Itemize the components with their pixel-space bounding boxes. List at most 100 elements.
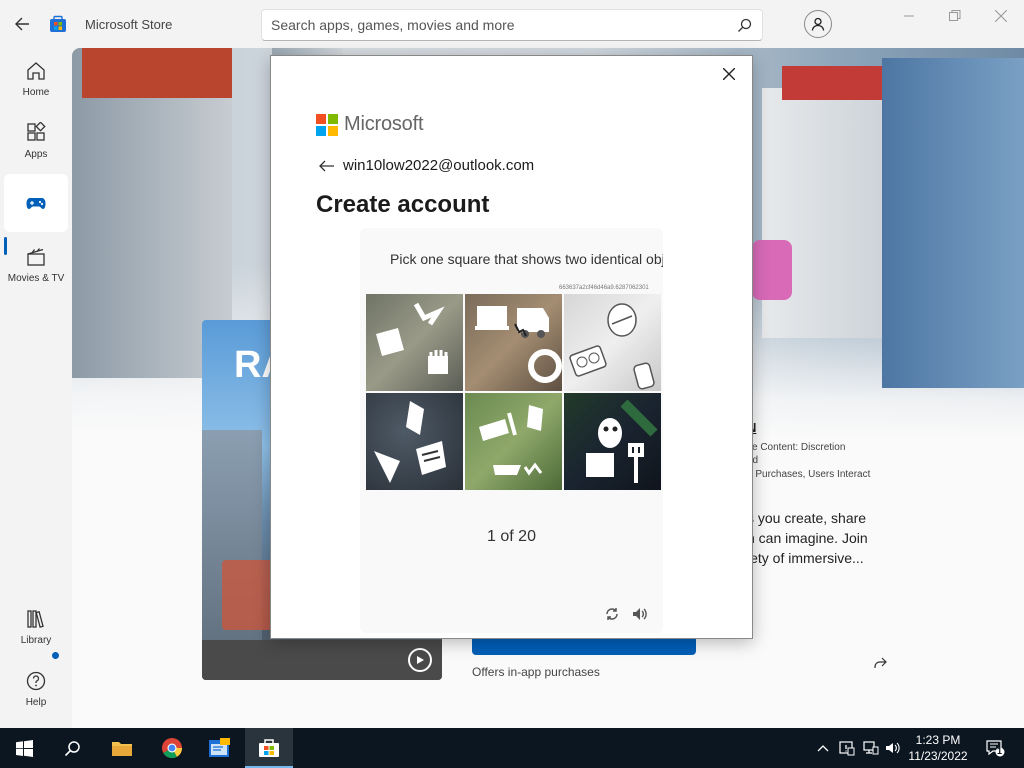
tile-objects-graphic: [374, 401, 446, 483]
captcha-panel: Pick one square that shows two identical…: [360, 228, 663, 633]
captcha-tile[interactable]: [366, 294, 463, 391]
search-input[interactable]: [271, 17, 721, 33]
back-arrow-icon: [15, 17, 29, 31]
close-icon: [723, 68, 735, 80]
tile-objects-graphic: [586, 399, 658, 483]
account-avatar-button[interactable]: [804, 10, 832, 38]
close-dialog-button[interactable]: [720, 65, 738, 83]
captcha-tile[interactable]: [366, 393, 463, 490]
audio-captcha-button[interactable]: [631, 606, 649, 624]
description-line: s you create, share: [747, 510, 867, 526]
store-logo-icon: [49, 15, 67, 33]
captcha-tile[interactable]: [465, 393, 562, 490]
chevron-up-icon: [817, 745, 829, 752]
microsoft-logo: Microsoft: [316, 113, 424, 136]
description-line: iety of immersive...: [747, 550, 864, 566]
home-icon: [27, 62, 45, 80]
clock-time: 1:23 PM: [915, 733, 961, 747]
building-graphic: [882, 58, 1024, 388]
play-trailer-button[interactable]: [408, 648, 432, 672]
sidebar-nav: Home Apps Movies & TV Library Help: [0, 48, 72, 728]
sidebar-item-home[interactable]: Home: [4, 48, 68, 106]
app-title: Microsoft Store: [85, 17, 173, 32]
tile-objects-graphic: [475, 306, 562, 383]
movies-icon: [27, 248, 45, 266]
clock-date: 11/23/2022: [908, 749, 968, 763]
store-icon: [259, 739, 279, 757]
in-app-purchases-note: Offers in-app purchases: [472, 665, 600, 679]
microsoft-brand-text: Microsoft: [344, 113, 424, 135]
sidebar-item-label: Home: [22, 87, 50, 98]
search-icon: [64, 740, 80, 756]
taskbar-search-button[interactable]: [48, 728, 96, 768]
back-button[interactable]: [10, 12, 36, 36]
rating-descriptor: se Content: Discretion: [747, 442, 846, 453]
character-graphic: [752, 240, 792, 300]
create-account-dialog: Microsoft win10low2022@outlook.com Creat…: [270, 55, 753, 639]
tray-app-icon[interactable]: [836, 728, 858, 768]
file-explorer-button[interactable]: [98, 728, 146, 768]
sidebar-item-label: Apps: [24, 149, 48, 160]
captcha-progress: 1 of 20: [487, 528, 536, 545]
play-icon: [417, 656, 424, 664]
back-arrow-icon[interactable]: [318, 159, 336, 173]
description-line: n can imagine. Join: [747, 530, 868, 546]
captcha-tile[interactable]: [465, 294, 562, 391]
minimize-button[interactable]: [886, 0, 932, 32]
dialog-heading: Create account: [316, 191, 490, 218]
close-window-button[interactable]: [978, 0, 1024, 32]
captcha-prompt: Pick one square that shows two identical…: [390, 251, 663, 267]
sidebar-item-label: Help: [25, 697, 47, 708]
windows-logo-icon: [15, 739, 33, 757]
captcha-tile[interactable]: [564, 294, 661, 391]
chrome-icon: [162, 738, 183, 759]
start-button[interactable]: [0, 728, 48, 768]
library-icon: [27, 610, 44, 628]
title-bar: Microsoft Store: [0, 0, 1024, 48]
help-icon: [26, 671, 46, 691]
volume-icon: [886, 742, 900, 754]
app-window-button[interactable]: [196, 728, 244, 768]
window-app-icon: [209, 738, 230, 757]
security-alert-icon: [839, 741, 855, 756]
share-icon[interactable]: [872, 656, 888, 672]
taskbar-clock[interactable]: 1:23 PM 11/23/2022: [900, 732, 976, 764]
network-button[interactable]: [860, 728, 882, 768]
search-icon[interactable]: [737, 18, 752, 33]
refresh-icon: [606, 608, 618, 620]
action-center-button[interactable]: 1: [980, 728, 1010, 768]
road-graphic: [202, 640, 442, 680]
maximize-button[interactable]: [932, 0, 978, 32]
sidebar-item-library[interactable]: Library: [4, 596, 68, 654]
network-icon: [863, 741, 879, 755]
account-email: win10low2022@outlook.com: [343, 157, 535, 174]
minimize-icon: [904, 15, 914, 17]
tile-objects-graphic: [376, 302, 448, 374]
microsoft-store-taskbar-button[interactable]: [245, 728, 293, 768]
rating-descriptor: p Purchases, Users Interact: [747, 469, 871, 480]
microsoft-logo-icon: [316, 113, 338, 136]
chrome-button[interactable]: [148, 728, 196, 768]
captcha-id: 663637a2cf46d46a9.6287062301: [559, 285, 649, 291]
refresh-captcha-button[interactable]: [604, 606, 622, 624]
restore-icon: [949, 10, 961, 21]
captcha-tile[interactable]: [564, 393, 661, 490]
gamepad-icon: [26, 198, 46, 209]
sidebar-item-label: Movies & TV: [7, 273, 65, 284]
search-box[interactable]: [261, 9, 763, 41]
tile-objects-graphic: [479, 405, 543, 476]
sidebar-item-help[interactable]: Help: [4, 658, 68, 716]
sidebar-item-gaming[interactable]: [4, 174, 68, 232]
product-description: s you create, share n can imagine. Join …: [747, 508, 1007, 568]
notification-count: 1: [997, 746, 1003, 756]
taskbar: 1:23 PM 11/23/2022 1: [0, 728, 1024, 768]
folder-icon: [112, 742, 132, 756]
apps-icon: [27, 122, 46, 141]
person-icon: [811, 17, 825, 31]
close-icon: [995, 10, 1007, 22]
speaker-icon: [633, 608, 647, 620]
show-hidden-icons-button[interactable]: [812, 728, 834, 768]
sidebar-item-label: Library: [20, 635, 52, 646]
sidebar-item-movies-tv[interactable]: Movies & TV: [4, 234, 68, 292]
sidebar-item-apps[interactable]: Apps: [4, 110, 68, 168]
